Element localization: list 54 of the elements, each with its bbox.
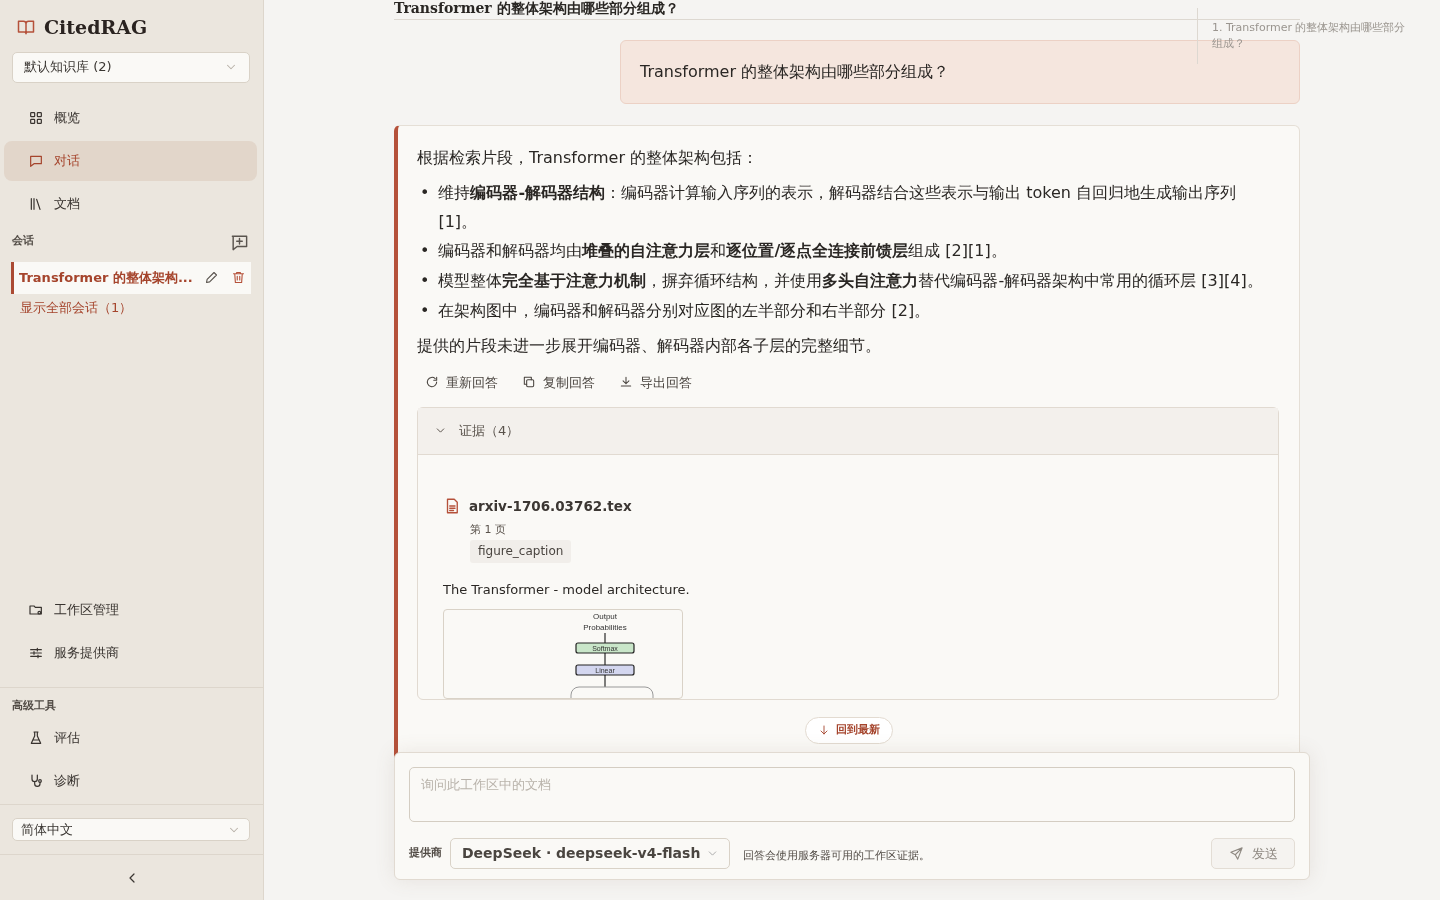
- answer-bullet: 模型整体完全基于注意力机制，摒弃循环结构，并使用多头自注意力替代编码器-解码器架构中常用的循环层 [3][4]。: [438, 270, 1263, 293]
- nav-item[interactable]: 服务提供商: [4, 632, 257, 673]
- grid-icon: [28, 109, 44, 126]
- bullet-marker: •: [420, 181, 430, 204]
- bullet-marker: •: [420, 300, 430, 322]
- edit-button[interactable]: [204, 270, 219, 285]
- nav-item[interactable]: 概览: [4, 97, 257, 138]
- knowledge-base-select[interactable]: 默认知识库 (2): [12, 51, 250, 83]
- nav-item[interactable]: 诊断: [4, 761, 257, 801]
- regenerate-button[interactable]: 重新回答: [417, 366, 506, 398]
- evidence-text: The Transformer - model architecture.: [443, 581, 691, 600]
- answer-text: 提供的片段未进一步展开编码器、解码器内部各子层的完整细节。: [417, 334, 882, 357]
- new-chat-icon: [230, 232, 249, 252]
- download-icon: [619, 375, 633, 390]
- app-title: CitedRAG: [44, 15, 148, 40]
- answer-bullet: 在架构图中，编码器和解码器分别对应图的左半部分和右半部分 [2]。: [438, 300, 931, 322]
- copy-icon: [522, 375, 536, 390]
- nav-item[interactable]: 文档: [4, 183, 257, 224]
- answer-text: 根据检索片段，Transformer 的整体架构包括：: [417, 147, 760, 169]
- refresh-icon: [425, 375, 439, 390]
- show-all-sessions-link[interactable]: 显示全部会话（1）: [20, 297, 263, 317]
- figure-label: Probabilities: [583, 623, 627, 633]
- file-name: arxiv-1706.03762.tex: [469, 496, 632, 516]
- helper-text: 回答会使用服务器可用的工作区证据。: [743, 848, 931, 865]
- jump-to-latest-button[interactable]: 回到最新: [805, 717, 893, 744]
- arrow-down-icon: [818, 724, 830, 737]
- bullet-marker: •: [420, 240, 430, 263]
- nav-item[interactable]: 对话: [4, 140, 257, 181]
- section-label: 会话: [12, 232, 34, 249]
- bullet-marker: •: [420, 270, 430, 293]
- nav-item[interactable]: 工作区管理: [4, 589, 257, 630]
- send-icon: [1228, 846, 1244, 861]
- conversation-title: Transformer 的整体架构由哪些部分组成？: [394, 0, 1300, 20]
- answer-bullet: 维持编码器-解码器结构：编码器计算输入序列的表示，解码器结合这些表示与输出 token 自回归地生成输出序列 [1]。: [438, 181, 1237, 233]
- pencil-icon: [204, 270, 219, 285]
- flask-icon: [28, 730, 44, 746]
- nav-item[interactable]: 评估: [4, 718, 257, 758]
- copy-button[interactable]: 复制回答: [514, 366, 603, 398]
- page-number: 第 1 页: [470, 521, 507, 538]
- books-icon: [28, 195, 44, 212]
- session-item[interactable]: Transformer 的整体架构...: [11, 261, 251, 294]
- provider-select[interactable]: DeepSeek · deepseek-v4-flash: [450, 838, 731, 869]
- language-select[interactable]: 简体中文: [12, 818, 250, 841]
- section-label: 高级工具: [11, 697, 57, 714]
- type-tag: figure_caption: [470, 540, 572, 564]
- export-button[interactable]: 导出回答: [611, 366, 700, 398]
- trash-icon: [231, 270, 246, 285]
- delete-button[interactable]: [231, 270, 246, 285]
- answer-bullet: 编码器和解码器均由堆叠的自注意力层和逐位置/逐点全连接前馈层组成 [2][1]。: [438, 240, 1007, 263]
- figure-label: Output: [593, 612, 617, 622]
- message-input[interactable]: 询问此工作区中的文档: [409, 767, 1295, 822]
- stethoscope-icon: [28, 773, 44, 789]
- evidence-header[interactable]: 证据（4）: [418, 407, 1278, 455]
- provider-label: 提供商: [409, 845, 442, 862]
